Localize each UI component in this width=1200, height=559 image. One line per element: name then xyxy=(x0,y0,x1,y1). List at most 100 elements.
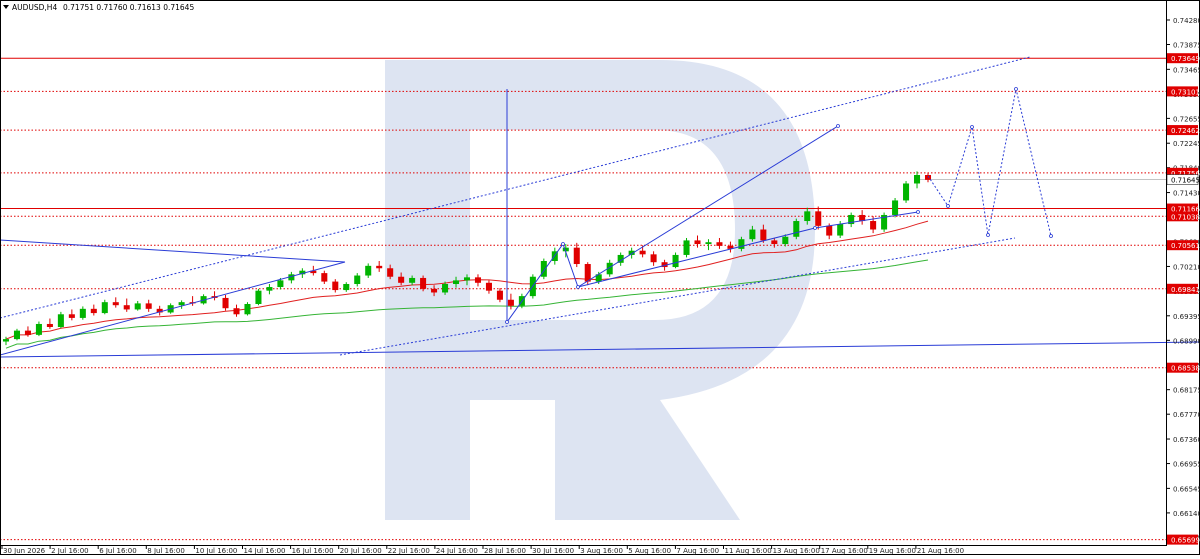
candle-body xyxy=(804,211,811,222)
candle-body xyxy=(826,225,833,236)
candle-body xyxy=(485,282,492,291)
candle-body xyxy=(705,242,712,245)
x-tick-label: 10 Jul 16:00 xyxy=(195,547,237,555)
trendline-primary xyxy=(0,261,346,356)
y-tick-label: 0.73875 xyxy=(1173,42,1200,50)
candle-body xyxy=(672,254,679,268)
candle-body xyxy=(453,280,460,285)
x-tick-label: 20 Jul 16:00 xyxy=(340,547,382,555)
candle-body xyxy=(365,265,372,276)
candle-body xyxy=(496,290,503,300)
x-tick-label: 13 Aug 16:00 xyxy=(773,547,820,555)
candle-body xyxy=(815,211,822,226)
forecast-node xyxy=(946,204,950,208)
candle-body xyxy=(474,277,481,283)
candle-body xyxy=(771,240,778,245)
candle-body xyxy=(90,308,97,314)
candle-body xyxy=(738,239,745,249)
y-tick-label: 0.72245 xyxy=(1173,140,1200,148)
candle-body xyxy=(178,302,185,306)
symbol-dropdown-icon[interactable] xyxy=(3,5,9,9)
candle-body xyxy=(13,330,20,340)
price-level-value: 0.73101 xyxy=(1171,88,1200,96)
price-level-value: 0.70561 xyxy=(1171,242,1200,250)
candle-body xyxy=(68,314,75,318)
candle-body xyxy=(354,275,361,285)
candle-body xyxy=(57,314,64,327)
candle-body xyxy=(233,308,240,315)
x-tick-label: 6 Jul 16:00 xyxy=(99,547,137,555)
x-tick-label: 17 Aug 16:00 xyxy=(821,547,868,555)
x-tick-label: 2 Jul 16:00 xyxy=(51,547,89,555)
forecast-node xyxy=(813,226,817,230)
x-tick-label: 21 Aug 16:00 xyxy=(917,547,964,555)
candle-body xyxy=(463,277,471,281)
candle-body xyxy=(683,240,690,255)
candle-body xyxy=(694,240,701,245)
x-tick-label: 28 Jul 16:00 xyxy=(484,547,526,555)
candle-body xyxy=(112,302,119,306)
candle-body xyxy=(903,183,910,201)
candle-body xyxy=(870,221,877,230)
forecast-node xyxy=(916,210,920,214)
candle-body xyxy=(914,175,921,184)
y-tick-label: 0.74280 xyxy=(1173,17,1200,25)
candle-body xyxy=(782,236,789,245)
forecast-node xyxy=(1049,234,1053,238)
price-level-value: 0.73649 xyxy=(1171,55,1200,63)
candle-body xyxy=(244,303,251,315)
candle-body xyxy=(837,224,844,236)
price-chart: 0.742800.738750.734650.730550.726550.722… xyxy=(0,0,1200,555)
y-tick-label: 0.72655 xyxy=(1173,115,1200,123)
candle-body xyxy=(101,302,108,314)
candle-body xyxy=(123,305,130,310)
x-tick-label: 8 Jul 16:00 xyxy=(147,547,185,555)
y-tick-label: 0.67360 xyxy=(1173,436,1200,444)
candle-body xyxy=(507,299,514,306)
candle-body xyxy=(573,247,580,265)
price-level-value: 0.72462 xyxy=(1171,127,1200,135)
candle-body xyxy=(145,303,152,309)
candle-body xyxy=(321,273,328,282)
candle-body xyxy=(134,303,141,310)
candle-body xyxy=(277,280,284,288)
candle-body xyxy=(420,277,427,289)
candle-body xyxy=(376,265,383,269)
y-tick-label: 0.70210 xyxy=(1173,263,1200,271)
candle-body xyxy=(431,288,438,293)
x-tick-label: 16 Jul 16:00 xyxy=(292,547,334,555)
x-tick-label: 5 Aug 16:00 xyxy=(628,547,671,555)
symbol-label: AUDUSD,H4 xyxy=(12,3,57,12)
candle-body xyxy=(409,277,416,283)
y-tick-label: 0.69395 xyxy=(1173,313,1200,321)
chart-window: 0.742800.738750.734650.730550.726550.722… xyxy=(0,0,1200,555)
price-level-value: 0.68538 xyxy=(1171,365,1200,373)
candle-body xyxy=(650,254,657,263)
forecast-node xyxy=(986,233,990,237)
price-level-value: 0.71038 xyxy=(1171,213,1200,221)
candle-body xyxy=(749,229,756,240)
y-tick-label: 0.68990 xyxy=(1173,337,1200,345)
candle-body xyxy=(2,339,10,342)
candle-body xyxy=(35,323,42,335)
forecast-node xyxy=(505,320,509,324)
x-tick-label: 19 Aug 16:00 xyxy=(869,547,916,555)
x-tick-label: 14 Jul 16:00 xyxy=(244,547,286,555)
candle-body xyxy=(332,281,339,291)
trendline-secondary xyxy=(0,239,346,263)
price-level-value: 0.69841 xyxy=(1171,286,1200,294)
forecast-node xyxy=(561,242,565,246)
candle-body xyxy=(79,308,86,318)
y-tick-label: 0.67770 xyxy=(1173,411,1200,419)
y-tick-label: 0.73465 xyxy=(1173,66,1200,74)
chart-header: AUDUSD,H4 0.71751 0.71760 0.71613 0.7164… xyxy=(3,3,194,12)
price-level-value: 0.65699 xyxy=(1171,537,1200,545)
candle-body xyxy=(793,221,800,237)
candle-body xyxy=(892,200,899,215)
candle-body xyxy=(46,323,53,327)
candle-body xyxy=(398,276,405,283)
candle-body xyxy=(584,264,591,282)
x-tick-label: 30 Jun 2026 xyxy=(3,547,46,555)
x-tick-label: 24 Jul 16:00 xyxy=(436,547,478,555)
candle-body xyxy=(760,229,767,241)
